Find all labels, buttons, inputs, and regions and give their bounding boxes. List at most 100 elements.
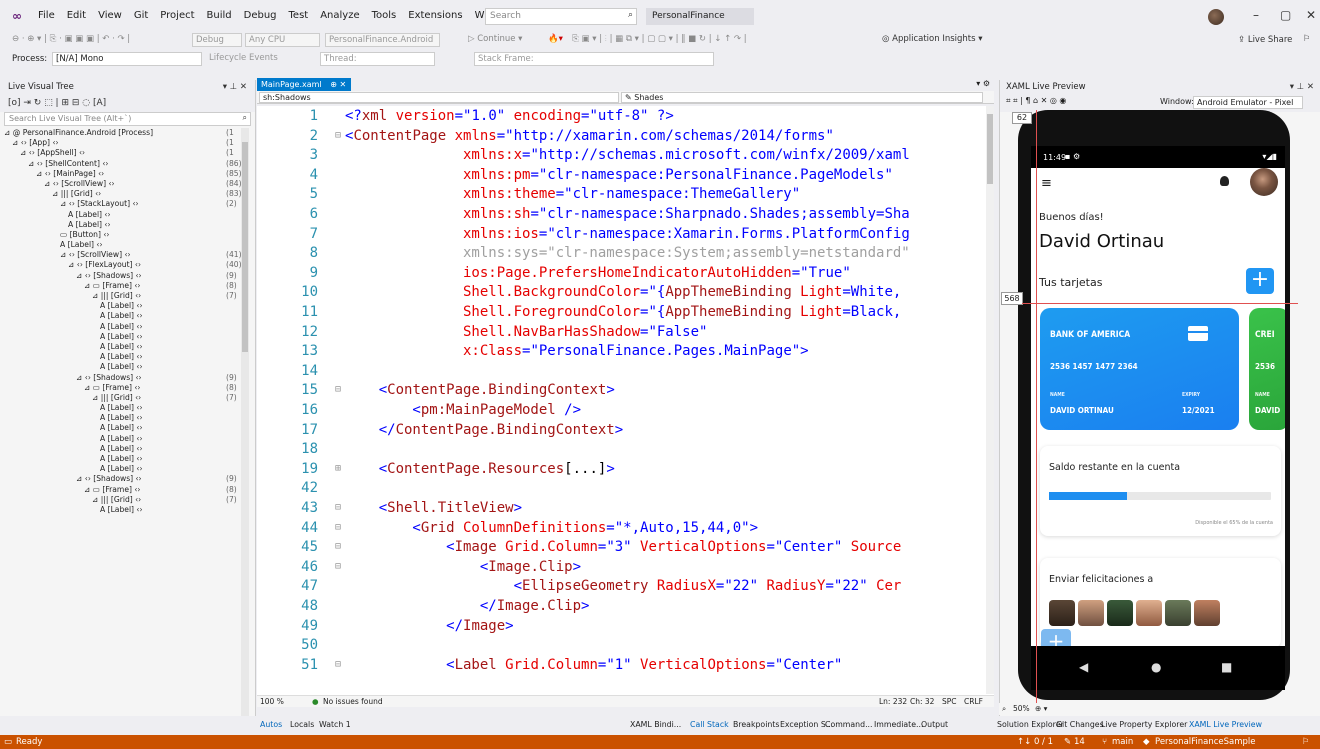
menu-tools[interactable]: Tools [366,10,403,21]
window-dropdown[interactable]: Android Emulator - Pixel [1193,96,1303,109]
code-line[interactable]: 2 ⊟ <ContentPage xmlns="http://xamarin.com… [257,126,989,146]
tree-node[interactable]: ⊿ ‹› [Shadows] ‹› (9) [0,271,240,281]
code-line[interactable]: 8 xmlns:sys="clr-namespace:System;assemb… [257,243,989,263]
menu-git[interactable]: Git [128,10,154,21]
code-line[interactable]: 18 [257,439,989,459]
account-avatar[interactable] [1208,9,1224,25]
git-repo[interactable]: PersonalFinanceSample [1155,737,1256,747]
code-line[interactable]: 43 ⊟ <Shell.TitleView> [257,498,989,518]
hot-reload-icon[interactable]: 🔥▾ [548,34,563,44]
tree-node[interactable]: ⊿ ||| [Grid] ‹› (7) [0,393,240,403]
lifecycle-events-button[interactable]: Lifecycle Events [206,52,316,66]
tree-node[interactable]: ⊿ ‹› [MainPage] ‹› (85) [0,169,242,179]
tree-node[interactable]: A [Label] ‹› [0,403,240,413]
tool-tab-watch-1[interactable]: Watch 1 [319,720,351,729]
menu-extensions[interactable]: Extensions [402,10,468,21]
hamburger-menu-icon[interactable]: ≡ [1041,176,1052,191]
tab-overflow-icon[interactable]: ▾ ⚙ [976,79,990,88]
code-line[interactable]: 13 x:Class="PersonalFinance.Pages.MainPa… [257,341,989,361]
tree-node[interactable]: A [Label] ‹› [0,362,240,372]
configuration-dropdown[interactable]: Debug [192,33,242,47]
tree-node[interactable]: ⊿ ||| [Grid] ‹› (7) [0,291,240,301]
tree-node[interactable]: A [Label] ‹› [0,352,240,362]
lightbulb-icon[interactable] [1220,176,1229,186]
tree-node[interactable]: ⊿ ‹› [ShellContent] ‹› (86) [0,159,242,169]
tree-node[interactable]: ⊿ @ PersonalFinance.Android [Process] (1 [0,128,240,138]
zoom-icon[interactable]: ⌕ [1002,704,1006,714]
tree-node[interactable]: A [Label] ‹› [0,332,240,342]
zoom-level[interactable]: 100 % [260,697,284,706]
preview-toolbar-icons[interactable]: ⌗ ⌗ | ¶ ⌂ ✕ ◎ ◉ [1006,96,1066,105]
back-forward-icons[interactable]: ⊖ · ⊕ ▾ | ⎘ · ▣ ▣ ▣ | ↶ · ↷ | [12,34,130,44]
tool-tab-call-stack[interactable]: Call Stack [690,720,729,729]
menu-view[interactable]: View [92,10,128,21]
code-line[interactable]: 11 Shell.ForegroundColor = "{AppThemeBindi… [257,302,989,322]
menu-analyze[interactable]: Analyze [314,10,365,21]
editor-scrollbar[interactable] [986,106,994,694]
code-line[interactable]: 5 xmlns:theme="clr-namespace:ThemeGaller… [257,184,989,204]
tab-mainpage-xaml[interactable]: MainPage.xaml ⊕ ✕ [257,78,351,91]
tree-node[interactable]: ⊿ ‹› [ScrollView] ‹› (84) [0,179,242,189]
tree-node[interactable]: A [Label] ‹› [0,444,240,454]
tree-node[interactable]: A [Label] ‹› [0,413,240,423]
tree-node[interactable]: A [Label] ‹› [0,423,240,433]
contact-avatar[interactable] [1136,600,1162,626]
member-nav-dropdown[interactable]: ✎ Shades [621,92,983,103]
tree-node[interactable]: ⊿ ‹› [Shadows] ‹› (9) [0,474,240,484]
contact-avatar[interactable] [1078,600,1104,626]
code-line[interactable]: 17 </ContentPage.BindingContext> [257,420,989,440]
fold-toggle-icon[interactable]: ⊟ [335,655,341,675]
tree-node[interactable]: ⊿ ‹› [Shadows] ‹› (9) [0,373,240,383]
tree-node[interactable]: A [Label] ‹› [0,454,240,464]
code-line[interactable]: 44 ⊟ <Grid ColumnDefinitions="*,Auto,15,4… [257,518,989,538]
tree-node[interactable]: ⊿ ||| [Grid] ‹› (7) [0,495,240,505]
phone-screen[interactable]: 11:49 ▪ ⚙ ▾◢▮ ≡ Buenos días! David Ortin… [1031,146,1285,646]
tree-node[interactable]: ⊿ ▭ [Frame] ‹› (8) [0,485,240,495]
home-icon[interactable]: ● [1151,660,1161,674]
minimize-icon[interactable]: – [1253,8,1259,22]
code-line[interactable]: 19 ⊞ <ContentPage.Resources[...]> [257,459,989,479]
menu-debug[interactable]: Debug [238,10,283,21]
tree-node[interactable]: ⊿ ‹› [ScrollView] ‹› (41) [0,250,242,260]
tree-node[interactable]: A [Label] ‹› [0,434,240,444]
contact-avatar[interactable] [1194,600,1220,626]
tree-node[interactable]: A [Label] ‹› [0,220,240,230]
tool-tab-output[interactable]: Output [921,720,948,729]
git-branch[interactable]: main [1112,737,1133,747]
tree-toolbar-icons[interactable]: [o] ⇥ ↻ ⬚ | ⊞ ⊟ ◌ [A] [8,98,106,108]
tab-close-icon[interactable]: ⊕ ✕ [330,80,346,89]
element-nav-dropdown[interactable]: sh:Shadows [259,92,619,103]
code-line[interactable]: 51 ⊟ <Label Grid.Column = "1" VerticalOptio… [257,655,989,675]
profile-avatar[interactable] [1250,168,1278,196]
close-icon[interactable]: ✕ [1306,8,1316,22]
tree-node[interactable]: ⊿ ‹› [FlexLayout] ‹› (40) [0,260,242,270]
tool-tab-git-changes[interactable]: Git Changes [1056,720,1104,729]
code-line[interactable]: 15 ⊟ <ContentPage.BindingContext> [257,380,989,400]
tree-node[interactable]: A [Label] ‹› [0,210,240,220]
tool-tab-autos[interactable]: Autos [260,720,282,729]
tree-node[interactable]: A [Label] ‹› [0,342,240,352]
back-icon[interactable]: ◀ [1079,660,1088,674]
pin-icon[interactable]: ▾ ⊥ ✕ [223,82,247,92]
menu-edit[interactable]: Edit [61,10,92,21]
tool-tab-breakpoints[interactable]: Breakpoints [733,720,779,729]
tool-tab-live-property-explorer[interactable]: Live Property Explorer [1101,720,1187,729]
startup-project-dropdown[interactable]: PersonalFinance.Android [325,33,440,47]
contact-avatar[interactable] [1165,600,1191,626]
menu-project[interactable]: Project [154,10,200,21]
menu-file[interactable]: File [32,10,61,21]
code-line[interactable]: 4 xmlns:pm="clr-namespace:PersonalFinanc… [257,165,989,185]
tree-node[interactable]: A [Label] ‹› [0,240,240,250]
code-line[interactable]: 1 <?xml version="1.0" encoding="utf-8" ?> [257,106,989,126]
code-line[interactable]: 16 <pm:MainPageModel /> [257,400,989,420]
zoom-in-icon[interactable]: ⊕ ▾ [1035,704,1047,713]
pin-icon[interactable]: ▾ ⊥ ✕ [1290,82,1314,92]
fold-toggle-icon[interactable]: ⊟ [335,126,341,146]
floating-add-button[interactable]: + [1041,629,1071,646]
platform-dropdown[interactable]: Any CPU [245,33,320,47]
errors-count[interactable]: ↑↓ 0 / 1 [1017,737,1053,747]
code-line[interactable]: 7 xmlns:ios="clr-namespace:Xamarin.Forms… [257,224,989,244]
code-line[interactable]: 46 ⊟ <Image.Clip> [257,557,989,577]
tree-node[interactable]: A [Label] ‹› [0,464,240,474]
issues-text[interactable]: No issues found [323,697,383,706]
